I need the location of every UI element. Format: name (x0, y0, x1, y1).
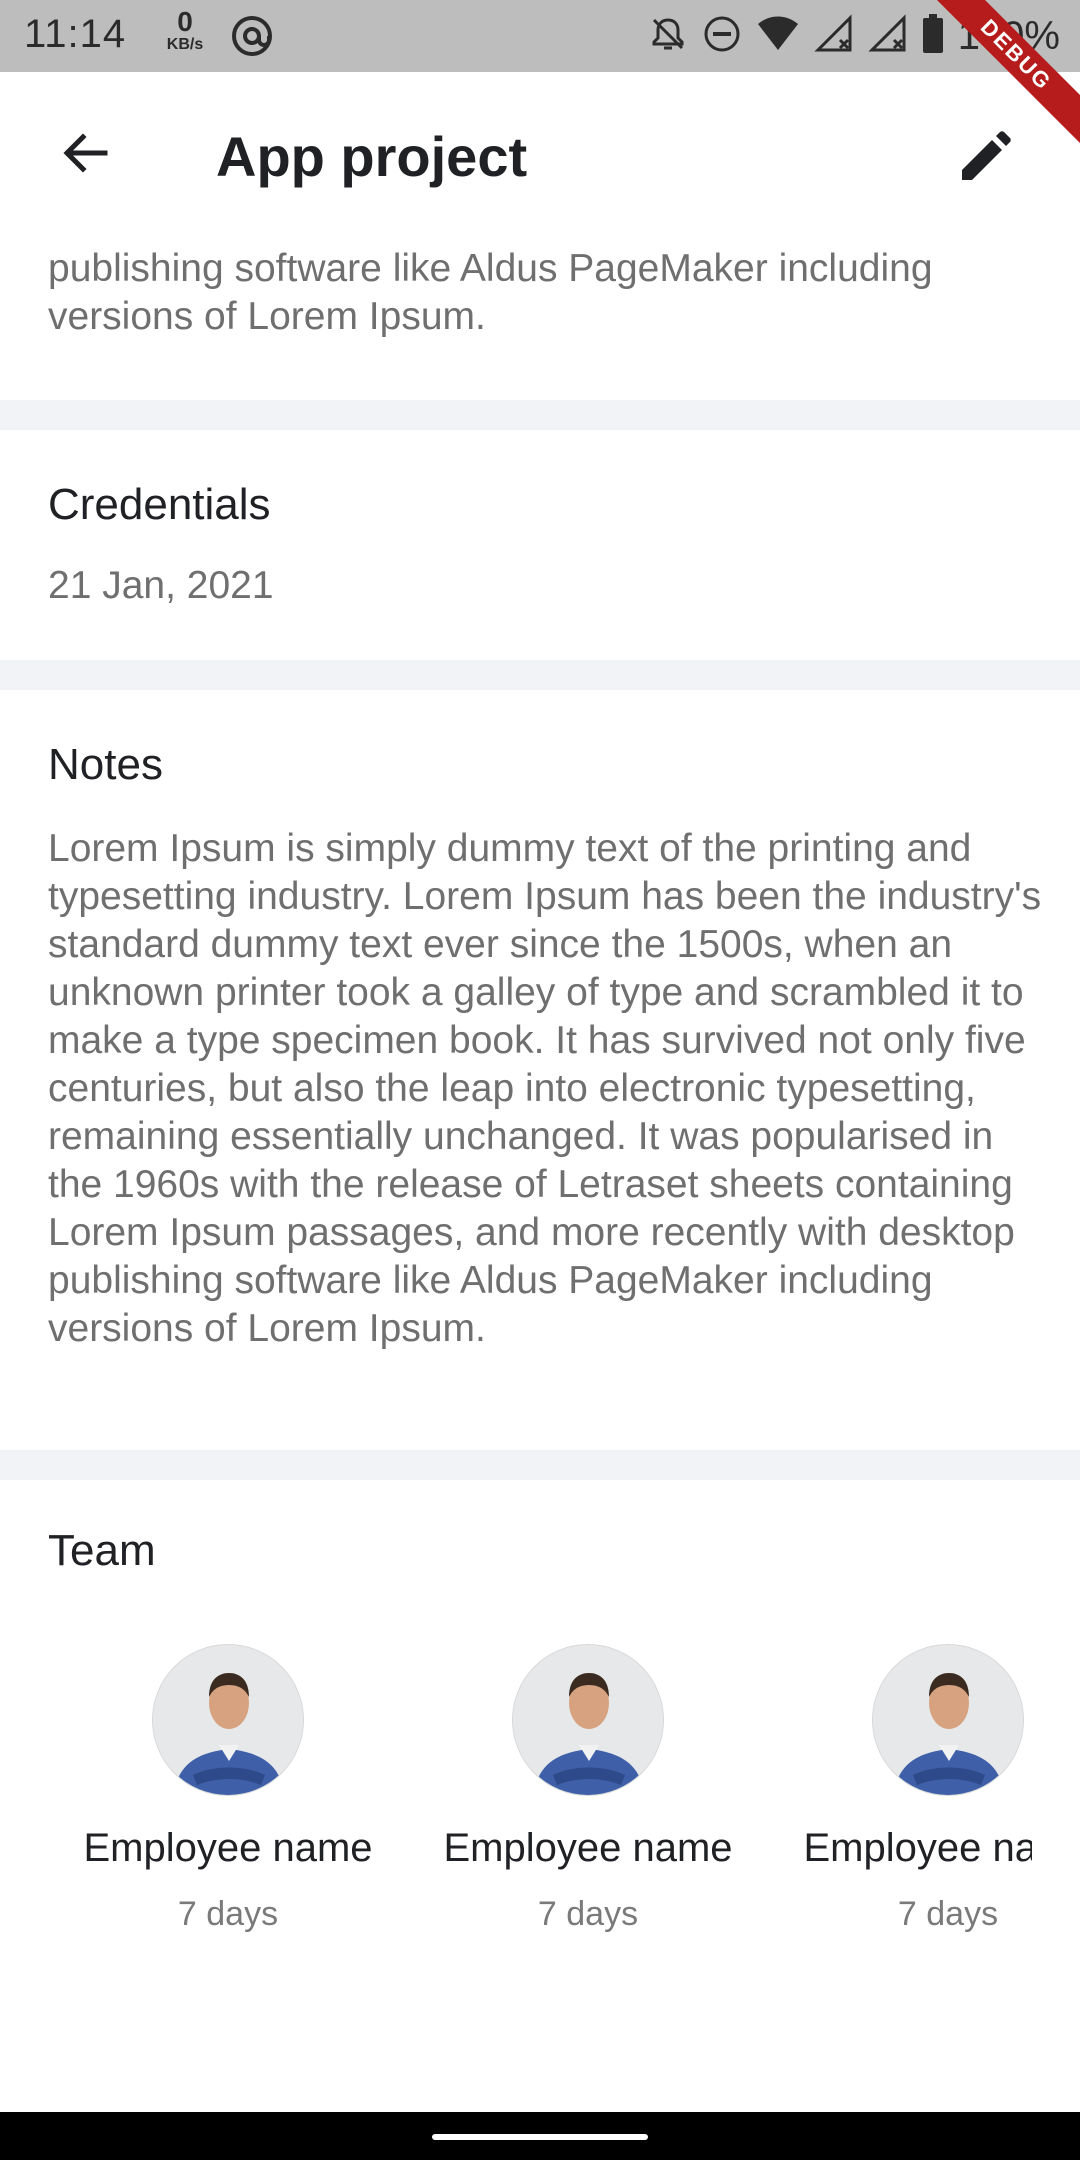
debug-label: DEBUG (930, 0, 1080, 145)
member-name: Employee name (83, 1826, 373, 1870)
team-title: Team (48, 1526, 156, 1575)
navigation-bar (0, 2112, 1080, 2160)
signal-icon-2 (868, 13, 908, 59)
avatar (152, 1644, 304, 1796)
status-bar: 11:14 0 KB/s 100% (0, 0, 1080, 72)
section-divider (0, 660, 1080, 690)
section-divider (0, 400, 1080, 430)
wifi-icon (756, 14, 800, 59)
project-details[interactable]: Lorem Ipsum passages, and more recently … (0, 246, 1080, 2112)
member-days: 7 days (177, 1895, 279, 1933)
team-member-card[interactable]: Employee name 7 days (408, 1644, 768, 1934)
do-not-disturb-icon (702, 14, 742, 59)
credentials-date: 21 Jan, 2021 (48, 564, 274, 607)
arrow-back-icon (57, 125, 113, 186)
notes-title: Notes (48, 740, 163, 789)
member-name: Employee name (803, 1826, 1032, 1870)
debug-ribbon: DEBUG (930, 0, 1080, 150)
notes-body: Lorem Ipsum is simply dummy text of the … (48, 827, 1042, 1350)
back-button[interactable] (50, 120, 120, 190)
signal-icon (814, 13, 854, 59)
member-days: 7 days (537, 1895, 639, 1933)
status-time: 11:14 (24, 12, 127, 56)
credentials-title: Credentials (48, 480, 271, 529)
section-divider (0, 1450, 1080, 1480)
app-bar: App project (0, 72, 1080, 246)
avatar (872, 1644, 1024, 1796)
page-title: App project (216, 125, 528, 188)
at-sign-icon (230, 14, 274, 63)
network-speed-value: 0 (177, 6, 193, 37)
avatar (512, 1644, 664, 1796)
member-days: 7 days (897, 1895, 999, 1933)
team-list[interactable]: Employee name 7 days Employee name 7 day… (0, 1644, 1032, 1974)
member-name: Employee name (443, 1826, 733, 1870)
team-member-card[interactable]: Employee name 7 days (768, 1644, 1032, 1934)
network-speed-unit: KB/s (166, 36, 204, 53)
description-text: Lorem Ipsum passages, and more recently … (48, 247, 933, 338)
team-member-card[interactable]: Employee name 7 days (48, 1644, 408, 1934)
network-speed: 0 KB/s (160, 8, 210, 54)
notifications-off-icon (648, 14, 688, 59)
home-indicator[interactable] (432, 2134, 648, 2140)
